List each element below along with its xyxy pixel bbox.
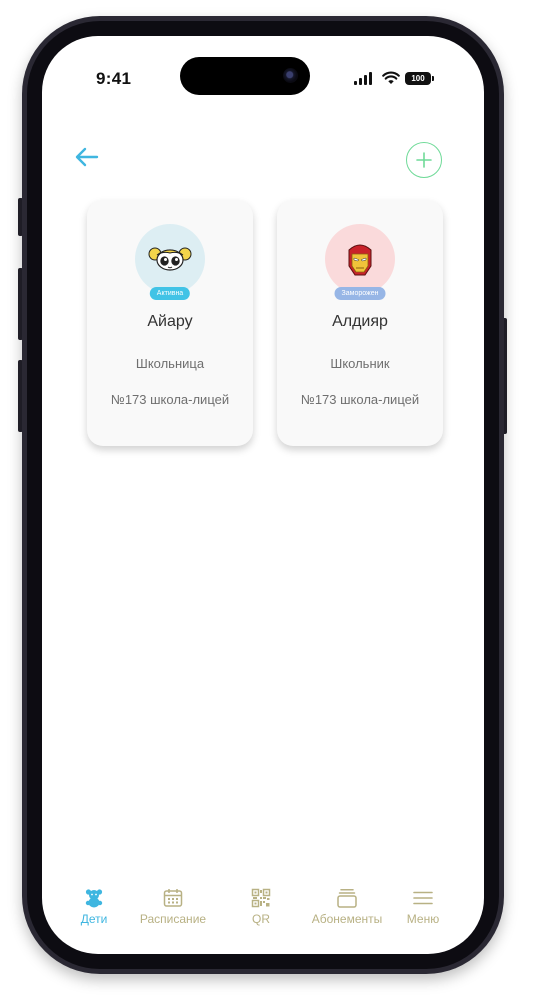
child-name: Алдияр [332,313,388,330]
nav-label: Дети [80,912,108,926]
child-card[interactable]: Активна Айару Школьница №173 школа-лицей [87,200,253,446]
child-school: №173 школа-лицей [110,392,230,407]
child-card[interactable]: Заморожен Алдияр Школьник №173 школа-лиц… [277,200,443,446]
iron-man-avatar-icon [348,244,372,276]
menu-icon [413,891,433,905]
child-school: №173 школа-лицей [300,392,420,407]
nav-label: QR [252,912,270,926]
cards-icon [337,889,357,908]
arrow-left-icon[interactable] [74,146,100,168]
qr-code-icon [251,888,271,908]
nav-label: Расписание [139,912,207,926]
nav-label: Абонементы [311,912,383,926]
battery-icon: 100 [405,72,434,85]
avatar [135,224,205,294]
child-role: Школьница [135,356,205,371]
dynamic-island [180,57,310,95]
camera-icon [283,68,298,83]
nav-label: Меню [406,912,440,926]
add-child-button[interactable] [406,142,442,178]
child-name: Айару [147,313,193,330]
status-badge: Активна [149,287,191,300]
cellular-signal-icon [354,72,374,85]
phone-frame: 9:41 100 Активна Айару Школьница №173 шк… [22,16,504,974]
powerpuff-girl-avatar-icon [148,247,192,271]
wifi-icon [382,71,400,84]
teddy-bear-icon [85,889,103,908]
status-badge: Заморожен [334,287,386,300]
screen: 9:41 100 Активна Айару Школьница №173 шк… [42,36,484,954]
calendar-icon [163,889,183,907]
status-time: 9:41 [96,69,132,88]
plus-icon [416,152,432,168]
avatar [325,224,395,294]
child-role: Школьник [330,356,390,371]
